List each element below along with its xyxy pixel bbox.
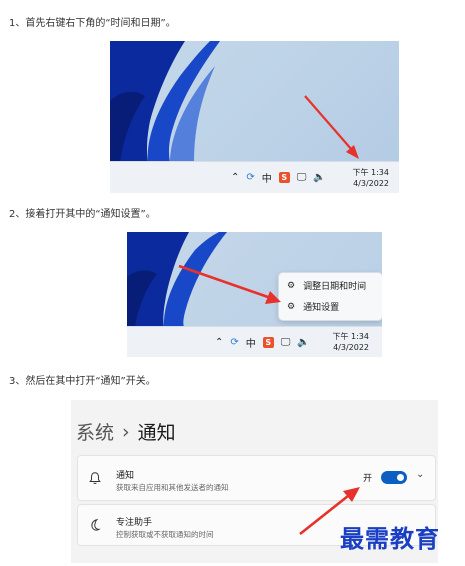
step-2-text: 2、接着打开其中的“通知设置”。: [9, 209, 156, 220]
wallpaper-bloom: [110, 41, 220, 162]
sync-icon[interactable]: ⟳: [230, 337, 238, 348]
tray-context-menu: ⚙ 调整日期和时间 ⚙ 通知设置: [278, 272, 382, 321]
notifications-title: 通知: [116, 471, 135, 481]
moon-icon: [91, 518, 101, 531]
ime-indicator[interactable]: 中: [262, 170, 272, 185]
sync-icon[interactable]: ⟳: [246, 172, 254, 183]
chevron-up-icon[interactable]: ⌃: [215, 337, 223, 348]
gear-icon: ⚙: [287, 301, 296, 312]
menu-item-notification-settings[interactable]: ⚙ 通知设置: [279, 296, 382, 317]
taskbar: ⌃ ⟳ 中 S 🖵 🔈 下午 1:34 4/3/2022: [110, 161, 399, 193]
page-title: 通知: [137, 422, 176, 444]
breadcrumb-parent[interactable]: 系统: [76, 418, 114, 445]
focus-assist-desc: 控制获取或不获取通知的时间: [116, 530, 214, 539]
clock-date-text: 4/3/2022: [333, 343, 369, 352]
ime-indicator[interactable]: 中: [246, 335, 256, 350]
focus-assist-title: 专注助手: [116, 518, 153, 528]
taskbar: ⌃ ⟳ 中 S 🖵 🔈 下午 1:34 4/3/2022: [127, 326, 382, 357]
toggle-state-label: 开: [363, 474, 373, 484]
menu-item-label: 调整日期和时间: [303, 282, 367, 292]
network-icon[interactable]: 🖵: [297, 172, 307, 183]
notifications-toggle[interactable]: [381, 471, 407, 484]
toggle-knob: [397, 474, 404, 481]
system-tray: ⌃ ⟳ 中 S 🖵 🔈: [215, 327, 310, 357]
step-1-text: 1、首先右键右下角的“时间和日期”。: [9, 18, 176, 29]
screenshot-context-menu: ⚙ 调整日期和时间 ⚙ 通知设置 ⌃ ⟳ 中 S 🖵 🔈 下午 1:34 4/3…: [127, 232, 382, 357]
breadcrumb-separator: ›: [122, 420, 130, 443]
chevron-down-icon[interactable]: ⌄: [416, 469, 424, 480]
clock-date-text: 4/3/2022: [353, 178, 389, 188]
sogou-icon[interactable]: S: [278, 172, 290, 183]
volume-icon[interactable]: 🔈: [297, 337, 309, 348]
sogou-icon[interactable]: S: [262, 336, 274, 348]
screenshot-taskbar: ⌃ ⟳ 中 S 🖵 🔈 下午 1:34 4/3/2022: [110, 41, 399, 193]
breadcrumb: 系统 › 通知: [76, 418, 176, 445]
menu-item-label: 通知设置: [303, 303, 340, 313]
notifications-desc: 获取来自应用和其他发送者的通知: [116, 483, 229, 492]
system-tray: ⌃ ⟳ 中 S 🖵 🔈: [231, 162, 326, 193]
clock-date[interactable]: 下午 1:34 4/3/2022: [332, 331, 369, 353]
notifications-card[interactable]: 通知 获取来自应用和其他发送者的通知 开 ⌄: [77, 455, 436, 501]
desktop-wallpaper: [110, 41, 399, 162]
volume-icon[interactable]: 🔈: [313, 172, 325, 183]
gear-icon: ⚙: [287, 280, 296, 291]
clock-time: 下午 1:34: [332, 332, 369, 341]
clock-time: 下午 1:34: [352, 167, 389, 177]
menu-item-adjust-date-time[interactable]: ⚙ 调整日期和时间: [279, 275, 382, 296]
bell-icon: [89, 472, 101, 484]
network-icon[interactable]: 🖵: [281, 337, 291, 348]
step-3-text: 3、然后在其中打开“通知”开关。: [9, 376, 156, 387]
watermark-logo: 最需教育: [340, 524, 440, 553]
chevron-up-icon[interactable]: ⌃: [231, 172, 239, 183]
clock-date[interactable]: 下午 1:34 4/3/2022: [352, 167, 389, 189]
